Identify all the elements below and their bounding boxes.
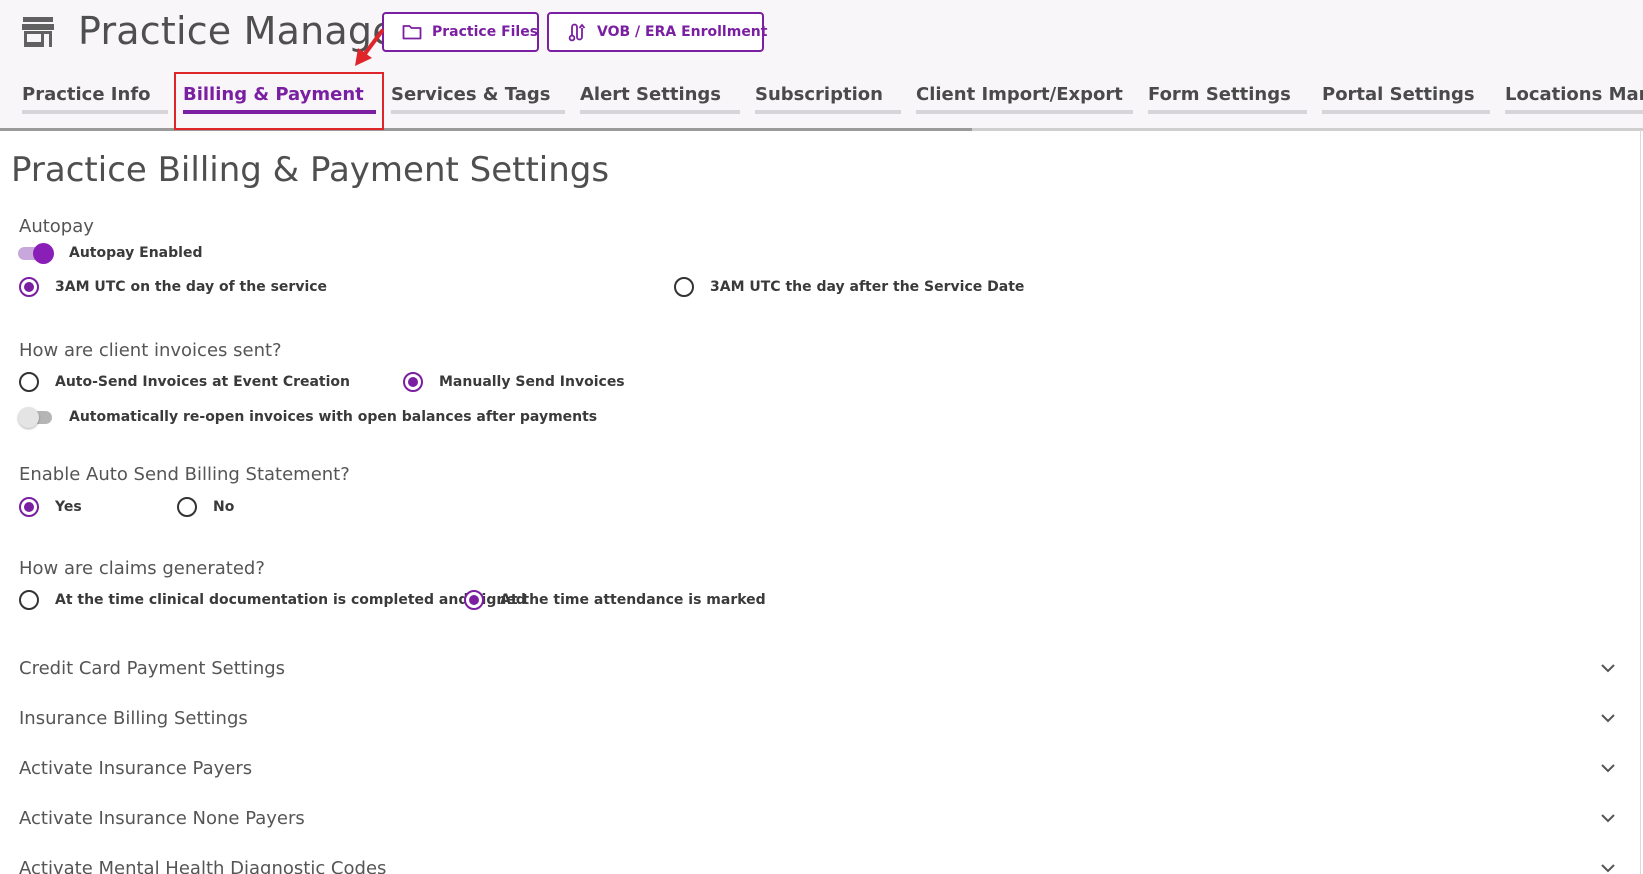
reopen-invoices-switch[interactable] bbox=[18, 406, 54, 428]
claims-option-attendance[interactable]: At the time attendance is marked bbox=[464, 590, 766, 610]
claims-option-attendance-label: At the time attendance is marked bbox=[500, 592, 766, 608]
invoices-label: How are client invoices sent? bbox=[19, 340, 282, 361]
radio-selected[interactable] bbox=[19, 497, 39, 517]
claims-option-documentation[interactable]: At the time clinical documentation is co… bbox=[19, 590, 526, 610]
tab-locations-manager[interactable]: Locations Manag bbox=[1505, 84, 1643, 116]
tab-practice-info[interactable]: Practice Info bbox=[22, 84, 168, 116]
accordion-activate-insurance-none-payers[interactable]: Activate Insurance None Payers bbox=[19, 803, 1619, 833]
accordion-activate-mental-health-diagnostic-codes[interactable]: Activate Mental Health Diagnostic Codes bbox=[19, 853, 1619, 874]
tab-label: Client Import/Export bbox=[916, 84, 1123, 105]
tabs-scrollbar[interactable] bbox=[0, 128, 1643, 131]
store-icon bbox=[22, 17, 54, 47]
autopay-toggle[interactable]: Autopay Enabled bbox=[18, 242, 202, 264]
statement-label: Enable Auto Send Billing Statement? bbox=[19, 464, 350, 485]
tab-label: Services & Tags bbox=[391, 84, 551, 105]
tab-label: Practice Info bbox=[22, 84, 151, 105]
tab-portal-settings[interactable]: Portal Settings bbox=[1322, 84, 1490, 116]
accordion-label: Activate Mental Health Diagnostic Codes bbox=[19, 857, 387, 874]
tab-underline-active bbox=[183, 110, 376, 114]
statement-option-no-label: No bbox=[213, 499, 235, 515]
radio-unselected[interactable] bbox=[19, 590, 39, 610]
folder-icon bbox=[402, 25, 422, 40]
page-title: Practice Billing & Payment Settings bbox=[11, 150, 610, 190]
tab-underline bbox=[580, 110, 740, 114]
tab-underline bbox=[916, 110, 1133, 114]
autopay-label: Autopay bbox=[19, 216, 94, 237]
invoice-option-manual-label: Manually Send Invoices bbox=[439, 374, 625, 390]
radio-unselected[interactable] bbox=[177, 497, 197, 517]
accordion-credit-card-payment-settings[interactable]: Credit Card Payment Settings bbox=[19, 653, 1619, 683]
reopen-invoices-label: Automatically re-open invoices with open… bbox=[69, 409, 598, 425]
tab-subscription[interactable]: Subscription bbox=[755, 84, 901, 116]
chevron-down-icon[interactable] bbox=[1599, 712, 1617, 724]
tab-underline bbox=[1505, 110, 1643, 114]
radio-selected[interactable] bbox=[464, 590, 484, 610]
accordion-label: Insurance Billing Settings bbox=[19, 707, 248, 729]
tab-form-settings[interactable]: Form Settings bbox=[1148, 84, 1307, 116]
tab-label: Subscription bbox=[755, 84, 883, 105]
route-icon bbox=[568, 23, 586, 42]
autopay-option-day-after[interactable]: 3AM UTC the day after the Service Date bbox=[674, 277, 1024, 297]
claims-option-documentation-label: At the time clinical documentation is co… bbox=[55, 592, 526, 608]
autopay-option-day-of[interactable]: 3AM UTC on the day of the service bbox=[19, 277, 327, 297]
switch-knob bbox=[33, 243, 54, 264]
top-bar: Practice Manager Practice Files VOB / ER… bbox=[0, 0, 1643, 131]
statement-option-no[interactable]: No bbox=[177, 497, 234, 517]
autopay-option-day-after-label: 3AM UTC the day after the Service Date bbox=[710, 279, 1025, 295]
autopay-option-day-of-label: 3AM UTC on the day of the service bbox=[55, 279, 328, 295]
practice-files-button[interactable]: Practice Files bbox=[382, 12, 539, 52]
tab-label: Portal Settings bbox=[1322, 84, 1475, 105]
statement-option-yes[interactable]: Yes bbox=[19, 497, 82, 517]
tab-label: Form Settings bbox=[1148, 84, 1291, 105]
radio-unselected[interactable] bbox=[19, 372, 39, 392]
chevron-down-icon[interactable] bbox=[1599, 812, 1617, 824]
autopay-toggle-label: Autopay Enabled bbox=[69, 245, 203, 261]
tab-underline bbox=[391, 110, 565, 114]
radio-selected[interactable] bbox=[403, 372, 423, 392]
switch-knob bbox=[18, 407, 39, 428]
tab-underline bbox=[1322, 110, 1490, 114]
app-title: Practice Manager bbox=[78, 9, 412, 53]
settings-tabs: Practice Info Billing & Payment Services… bbox=[0, 84, 1643, 130]
chevron-down-icon[interactable] bbox=[1599, 862, 1617, 874]
tab-alert-settings[interactable]: Alert Settings bbox=[580, 84, 740, 116]
tab-services-tags[interactable]: Services & Tags bbox=[391, 84, 565, 116]
tabs-scrollbar-thumb[interactable] bbox=[0, 128, 972, 131]
accordion-label: Credit Card Payment Settings bbox=[19, 657, 286, 679]
content-divider bbox=[1640, 130, 1641, 874]
claims-label: How are claims generated? bbox=[19, 558, 265, 579]
autopay-switch[interactable] bbox=[18, 242, 54, 264]
tab-underline bbox=[22, 110, 168, 114]
radio-unselected[interactable] bbox=[674, 277, 694, 297]
chevron-down-icon[interactable] bbox=[1599, 662, 1617, 674]
accordion-label: Activate Insurance None Payers bbox=[19, 807, 305, 829]
practice-files-label: Practice Files bbox=[432, 24, 539, 40]
tab-client-import-export[interactable]: Client Import/Export bbox=[916, 84, 1133, 116]
radio-selected[interactable] bbox=[19, 277, 39, 297]
chevron-down-icon[interactable] bbox=[1599, 762, 1617, 774]
tab-label: Locations Manag bbox=[1505, 84, 1643, 105]
tab-label: Billing & Payment bbox=[183, 84, 364, 105]
invoice-option-auto-label: Auto-Send Invoices at Event Creation bbox=[55, 374, 351, 390]
statement-option-yes-label: Yes bbox=[55, 499, 82, 515]
invoice-option-auto[interactable]: Auto-Send Invoices at Event Creation bbox=[19, 372, 350, 392]
tab-underline bbox=[755, 110, 901, 114]
vob-era-enrollment-label: VOB / ERA Enrollment bbox=[597, 24, 768, 40]
accordion-activate-insurance-payers[interactable]: Activate Insurance Payers bbox=[19, 753, 1619, 783]
accordion-insurance-billing-settings[interactable]: Insurance Billing Settings bbox=[19, 703, 1619, 733]
invoice-option-manual[interactable]: Manually Send Invoices bbox=[403, 372, 625, 392]
reopen-invoices-toggle[interactable]: Automatically re-open invoices with open… bbox=[18, 406, 597, 428]
tab-label: Alert Settings bbox=[580, 84, 722, 105]
accordion-label: Activate Insurance Payers bbox=[19, 757, 253, 779]
tab-billing-payment[interactable]: Billing & Payment bbox=[183, 84, 376, 116]
vob-era-enrollment-button[interactable]: VOB / ERA Enrollment bbox=[547, 12, 768, 52]
tab-underline bbox=[1148, 110, 1307, 114]
